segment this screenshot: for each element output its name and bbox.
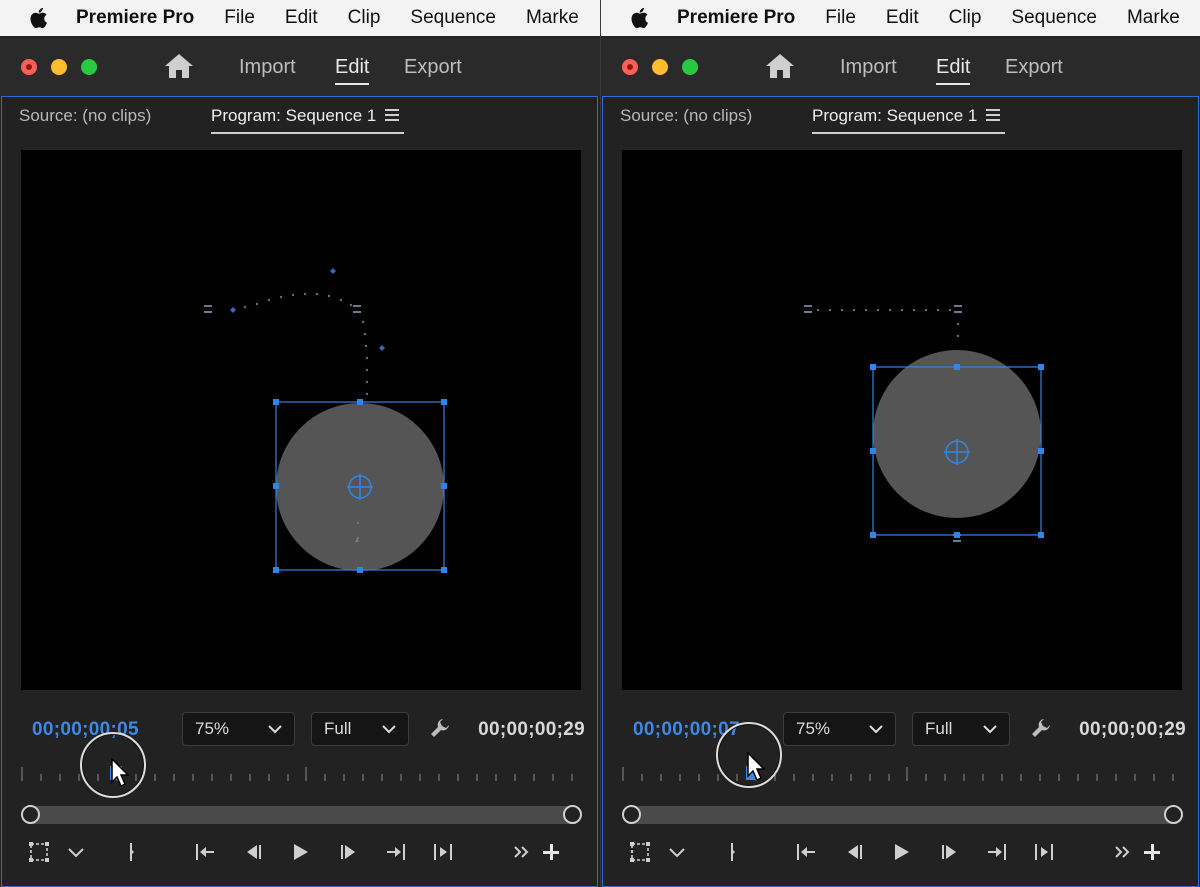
go-to-out-icon[interactable] [986,841,1008,863]
go-to-in-icon[interactable] [795,841,817,863]
step-forward-icon[interactable] [337,841,359,863]
motion-path [231,292,369,396]
menu-markers[interactable]: Marke [1127,7,1180,29]
scroll-left-handle[interactable] [622,805,641,824]
minimize-window-button[interactable] [652,59,668,75]
hamburger-menu-icon[interactable] [986,109,1000,121]
play-in-to-out-icon[interactable] [1033,841,1055,863]
playback-resolution-dropdown[interactable]: Full [912,712,1010,746]
add-button-icon[interactable] [540,841,562,863]
home-icon[interactable] [164,53,194,79]
zoom-level-value: 75% [195,719,230,738]
tab-source[interactable]: Source: (no clips) [620,106,752,126]
menu-markers[interactable]: Marke [526,7,579,29]
menu-sequence[interactable]: Sequence [1011,7,1097,29]
zoom-scroll-bar[interactable] [629,806,1177,824]
go-to-out-icon[interactable] [385,841,407,863]
chevron-down-icon[interactable] [666,841,688,863]
program-viewer[interactable] [622,150,1182,690]
add-marker-icon[interactable] [721,841,743,863]
zoom-level-dropdown[interactable]: 75% [783,712,896,746]
menu-file[interactable]: File [825,7,856,29]
step-back-icon[interactable] [243,841,265,863]
safe-margins-icon[interactable] [629,841,651,863]
app-name[interactable]: Premiere Pro [677,7,795,29]
play-in-to-out-icon[interactable] [432,841,454,863]
menu-clip[interactable]: Clip [949,7,982,29]
chevron-down-icon [869,725,883,734]
safe-margins-icon[interactable] [28,841,50,863]
keyframe-markers [230,268,385,351]
minimize-window-button[interactable] [51,59,67,75]
tab-source[interactable]: Source: (no clips) [19,106,151,126]
duration-timecode: 00;00;00;29 [478,719,585,740]
step-back-icon[interactable] [844,841,866,863]
chevron-down-icon [268,725,282,734]
nav-edit[interactable]: Edit [335,56,370,85]
go-to-in-icon[interactable] [194,841,216,863]
app-name[interactable]: Premiere Pro [76,7,194,29]
mac-menubar: Premiere Pro File Edit Clip Sequence Mar… [601,0,1200,36]
play-icon[interactable] [890,841,912,863]
nav-import[interactable]: Import [840,56,897,79]
tab-program[interactable]: Program: Sequence 1 [812,106,1006,134]
menu-edit[interactable]: Edit [886,7,919,29]
zoom-window-button[interactable] [81,59,97,75]
time-ruler[interactable] [621,765,1176,785]
hamburger-menu-icon[interactable] [385,109,399,121]
nav-export[interactable]: Export [404,56,462,79]
tab-program[interactable]: Program: Sequence 1 [211,106,405,134]
menu-sequence[interactable]: Sequence [410,7,496,29]
wrench-icon[interactable] [429,717,451,739]
close-window-button[interactable] [21,59,37,75]
resolution-value: Full [925,719,953,738]
zoom-level-value: 75% [796,719,831,738]
menu-file[interactable]: File [224,7,255,29]
mac-menubar: Premiere Pro File Edit Clip Sequence Mar… [0,0,600,36]
step-forward-icon[interactable] [938,841,960,863]
scroll-right-handle[interactable] [1164,805,1183,824]
apple-icon[interactable] [28,6,48,30]
chevron-down-icon[interactable] [65,841,87,863]
left-window: Premiere Pro File Edit Clip Sequence Mar… [0,0,600,887]
chevron-down-icon [983,725,997,734]
duration-timecode: 00;00;00;29 [1079,719,1186,740]
nav-export[interactable]: Export [1005,56,1063,79]
mouse-pointer-icon [111,758,130,788]
more-icon[interactable] [511,841,533,863]
playback-resolution-dropdown[interactable]: Full [311,712,409,746]
zoom-scroll-bar[interactable] [28,806,576,824]
nav-edit[interactable]: Edit [936,56,971,85]
chevron-down-icon [382,725,396,734]
circle-shape [873,350,1041,518]
add-button-icon[interactable] [1141,841,1163,863]
more-icon[interactable] [1112,841,1134,863]
motion-path [816,308,960,338]
zoom-level-dropdown[interactable]: 75% [182,712,295,746]
play-icon[interactable] [289,841,311,863]
scroll-left-handle[interactable] [21,805,40,824]
mouse-pointer-icon [747,752,766,782]
menu-clip[interactable]: Clip [348,7,381,29]
program-viewer[interactable] [21,150,581,690]
zoom-window-button[interactable] [682,59,698,75]
add-marker-icon[interactable] [120,841,142,863]
home-icon[interactable] [765,53,795,79]
resolution-value: Full [324,719,352,738]
right-window: Premiere Pro File Edit Clip Sequence Mar… [600,0,1200,887]
close-window-button[interactable] [622,59,638,75]
program-monitor-panel: Source: (no clips) Program: Sequence 1 0… [602,96,1199,887]
nav-import[interactable]: Import [239,56,296,79]
menu-edit[interactable]: Edit [285,7,318,29]
scroll-right-handle[interactable] [563,805,582,824]
apple-icon[interactable] [629,6,649,30]
wrench-icon[interactable] [1030,717,1052,739]
